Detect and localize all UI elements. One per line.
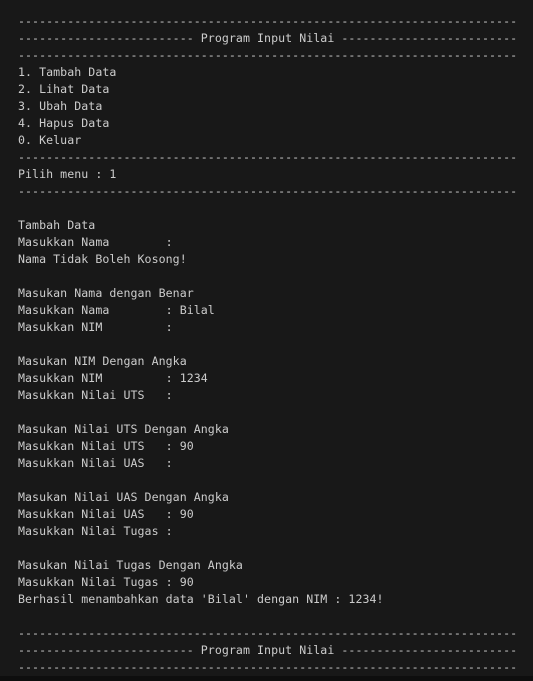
terminal-line: 2. Lihat Data <box>18 82 110 96</box>
terminal-line: Masukkan NIM : <box>18 320 173 334</box>
terminal-line: Masukkan Nilai UAS : <box>18 456 173 470</box>
terminal-line: ------------------------- Program Input … <box>18 31 518 45</box>
terminal-line: Nama Tidak Boleh Kosong! <box>18 252 187 266</box>
terminal-line: ----------------------------------------… <box>18 150 518 164</box>
terminal-line: Masukkan NIM : 1234 <box>18 371 208 385</box>
terminal-line: ----------------------------------------… <box>18 48 518 62</box>
terminal-line: Masukkan Nilai Tugas : <box>18 524 173 538</box>
terminal-line: Pilih menu : 1 <box>18 167 117 181</box>
terminal-line: ----------------------------------------… <box>18 184 518 198</box>
terminal-line: Masukkan Nilai Tugas : 90 <box>18 575 194 589</box>
terminal-line: ----------------------------------------… <box>18 626 518 640</box>
terminal-line: 4. Hapus Data <box>18 116 110 130</box>
terminal-line: ------------------------- Program Input … <box>18 643 518 657</box>
terminal-output[interactable]: ----------------------------------------… <box>18 13 517 676</box>
terminal-line: Masukan Nilai Tugas Dengan Angka <box>18 558 243 572</box>
terminal-line: Masukkan Nama : <box>18 235 173 249</box>
terminal-line: Masukan NIM Dengan Angka <box>18 354 187 368</box>
terminal-line: Masukan Nilai UTS Dengan Angka <box>18 422 229 436</box>
terminal-line: 1. Tambah Data <box>18 65 117 79</box>
terminal-line: Masukkan Nilai UTS : <box>18 388 173 402</box>
terminal-line: Masukan Nama dengan Benar <box>18 286 194 300</box>
terminal-line: Masukkan Nilai UAS : 90 <box>18 507 194 521</box>
terminal-line: ----------------------------------------… <box>18 14 518 28</box>
terminal-line: ----------------------------------------… <box>18 660 518 674</box>
terminal-line: Tambah Data <box>18 218 96 232</box>
terminal-line: Berhasil menambahkan data 'Bilal' dengan… <box>18 592 384 606</box>
terminal-line: Masukkan Nama : Bilal <box>18 303 215 317</box>
terminal-line: Masukkan Nilai UTS : 90 <box>18 439 194 453</box>
terminal-bottom-edge <box>0 676 533 681</box>
terminal-line: 0. Keluar <box>18 133 82 147</box>
terminal-line: Masukan Nilai UAS Dengan Angka <box>18 490 229 504</box>
terminal-line: 3. Ubah Data <box>18 99 103 113</box>
